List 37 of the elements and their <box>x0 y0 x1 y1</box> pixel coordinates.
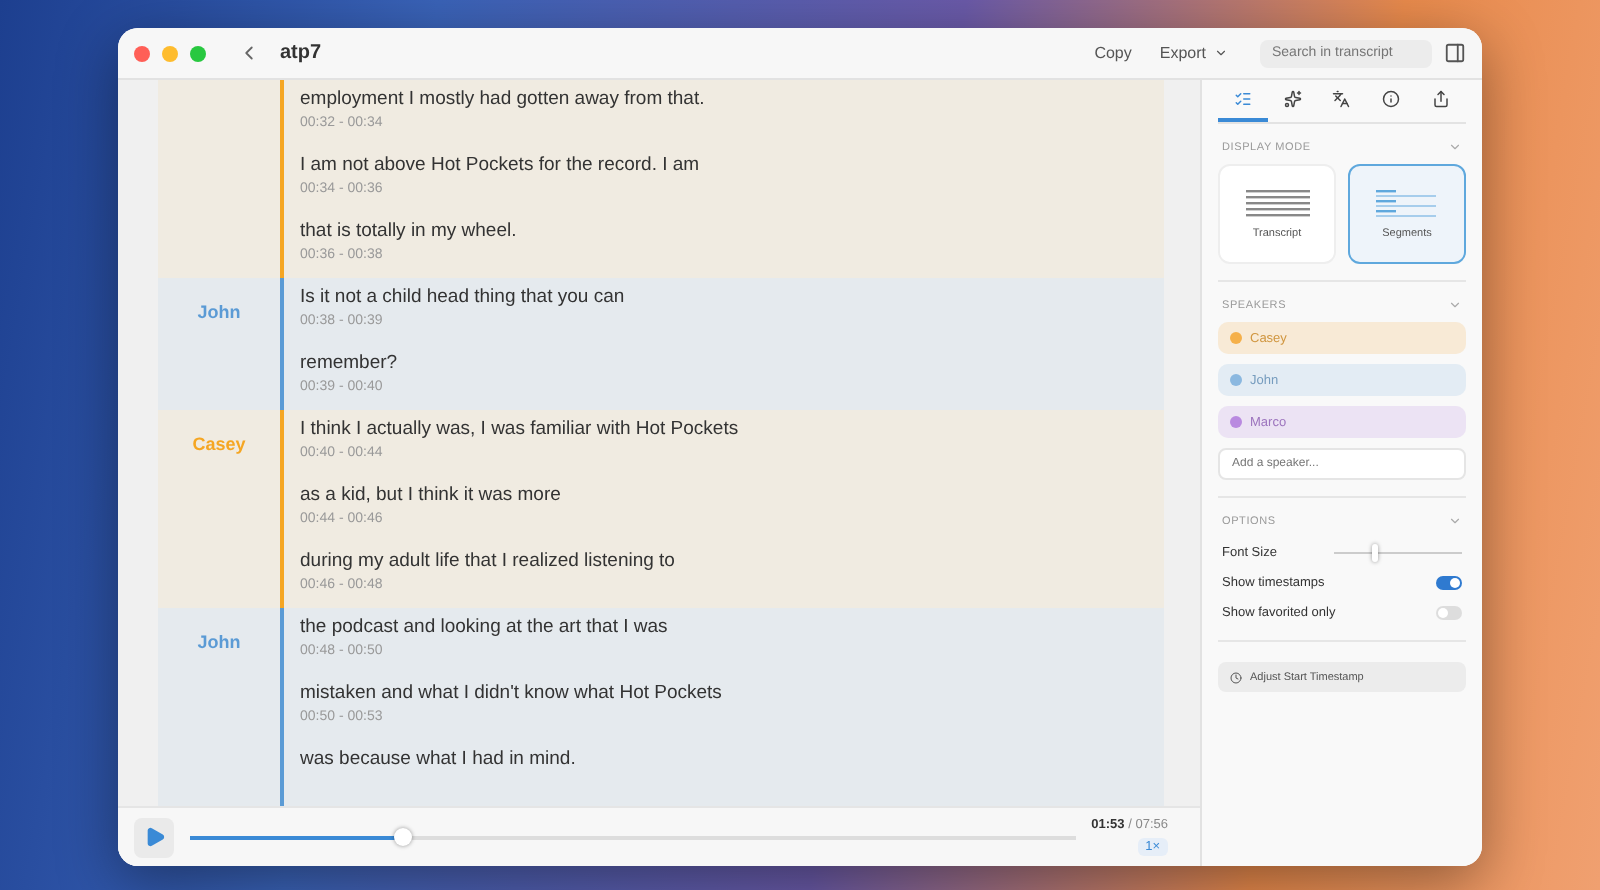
speaker-name: John <box>197 302 241 326</box>
transcript-text: as a kid, but I think it was more <box>300 484 563 506</box>
info-icon <box>1382 90 1401 108</box>
close-button[interactable] <box>134 45 150 61</box>
toggle-switch[interactable] <box>1436 606 1462 620</box>
speaker-name: John <box>197 632 241 656</box>
sidebar-toggle-icon[interactable] <box>1444 42 1466 64</box>
transcript-text: employment I mostly had gotten away from that. <box>300 88 707 110</box>
transcript-text: Is it not a child head thing that you can <box>300 286 627 308</box>
chevron-down-icon[interactable] <box>1448 298 1462 312</box>
share-icon <box>1432 90 1451 108</box>
list-icon <box>1233 90 1252 108</box>
transcript-text: that is totally in my wheel. <box>300 220 519 242</box>
transcript-text: during my adult life that I realized listening to <box>300 550 677 572</box>
zoom-button[interactable] <box>190 45 206 61</box>
window-title: atp7 <box>280 42 322 64</box>
clock-icon <box>1230 671 1242 683</box>
text-lines-icon <box>1241 188 1313 220</box>
slider-thumb[interactable] <box>1372 544 1379 562</box>
transcript-text: remember? <box>300 352 400 374</box>
progress-thumb[interactable] <box>394 828 413 846</box>
transcript-text: I think I actually was, I was familiar with Hot Pockets <box>300 418 741 440</box>
transcript-text: was because what I had in mind. <box>300 748 578 770</box>
play-icon <box>143 826 165 848</box>
chevron-down-icon[interactable] <box>1448 514 1462 528</box>
translate-icon <box>1332 90 1351 108</box>
toggle-switch[interactable] <box>1436 576 1462 590</box>
copy-button[interactable]: Copy <box>1086 40 1140 66</box>
speaker-name: Casey <box>192 434 246 458</box>
chevron-down-icon[interactable] <box>1448 140 1462 154</box>
export-button[interactable]: Export <box>1151 40 1236 66</box>
play-button[interactable] <box>134 817 174 857</box>
transcript-text: the podcast and looking at the art that I was <box>300 616 670 638</box>
transcript-text: I am not above Hot Pockets for the record. I am <box>300 154 702 176</box>
chevron-down-icon <box>1214 46 1228 60</box>
sparkle-icon <box>1283 90 1302 108</box>
transcript-text: mistaken and what I didn't know what Hot Pockets <box>300 682 724 704</box>
